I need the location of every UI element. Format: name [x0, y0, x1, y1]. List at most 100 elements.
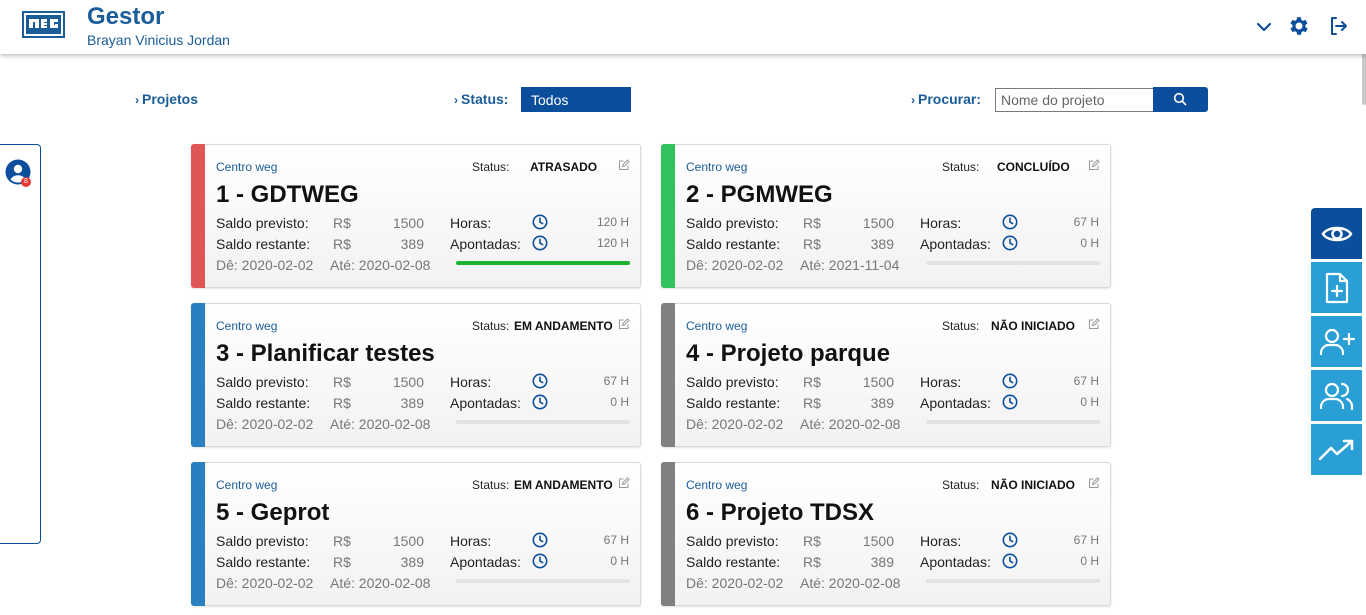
view-button[interactable]	[1311, 208, 1362, 259]
search-filter-label: › Procurar:	[911, 91, 981, 107]
new-project-button[interactable]	[1311, 262, 1362, 313]
project-card[interactable]: Centro weg Status: EM ANDAMENTO 3 - Planifi…	[191, 303, 641, 447]
clock-icon	[532, 532, 548, 548]
horas-label: Horas:	[920, 215, 962, 231]
clock-icon	[1002, 373, 1018, 389]
apontadas-label: Apontadas:	[920, 395, 991, 411]
search-button[interactable]	[1153, 87, 1208, 112]
users-button[interactable]	[1311, 370, 1362, 421]
edit-icon[interactable]	[1088, 477, 1100, 489]
projects-label: Projetos	[142, 91, 199, 107]
currency-label: R$	[803, 215, 821, 231]
project-title[interactable]: 3 - Planificar testes	[216, 340, 435, 368]
hours-progress-bar	[926, 261, 1100, 265]
apontadas-value: 120 H	[596, 236, 629, 250]
side-panel: 8	[0, 144, 41, 544]
status-label: Status:	[942, 160, 980, 174]
clock-icon	[532, 553, 548, 569]
project-title[interactable]: 1 - GDTWEG	[216, 181, 359, 209]
start-date: Dê: 2020-02-02	[216, 416, 314, 432]
status-value: NÃO INICIADO	[991, 478, 1075, 492]
project-title[interactable]: 4 - Projeto parque	[686, 340, 890, 368]
end-date: Até: 2020-02-08	[330, 257, 431, 273]
project-card[interactable]: Centro weg Status: NÃO INICIADO 4 - Projeto…	[661, 303, 1111, 447]
status-stripe	[661, 303, 675, 447]
start-date: Dê: 2020-02-02	[686, 257, 784, 273]
saldo-restante-value: 389	[870, 395, 894, 411]
apontadas-value: 0 H	[610, 395, 629, 409]
currency-label: R$	[803, 374, 821, 390]
currency-label: R$	[803, 236, 821, 252]
currency-label: R$	[333, 374, 351, 390]
edit-icon[interactable]	[618, 159, 630, 171]
edit-icon[interactable]	[618, 477, 630, 489]
search-input[interactable]	[995, 88, 1153, 112]
status-value: CONCLUÍDO	[997, 160, 1070, 174]
horas-value: 67 H	[603, 374, 629, 388]
apontadas-value: 0 H	[610, 554, 629, 568]
project-center: Centro weg	[216, 319, 278, 333]
saldo-previsto-label: Saldo previsto:	[216, 533, 309, 549]
project-center: Centro weg	[686, 160, 748, 174]
end-date: Até: 2021-11-04	[800, 257, 900, 273]
clock-icon	[532, 394, 548, 410]
project-card[interactable]: Centro weg Status: CONCLUÍDO 2 - PGMWEG Sald…	[661, 144, 1111, 288]
logout-icon[interactable]	[1327, 14, 1351, 38]
apontadas-label: Apontadas:	[450, 395, 521, 411]
reports-button[interactable]	[1311, 424, 1362, 475]
status-label: Status:	[942, 319, 980, 333]
add-user-button[interactable]	[1311, 316, 1362, 367]
weg-logo[interactable]	[22, 11, 65, 38]
status-select[interactable]: Todos	[521, 87, 631, 112]
start-date: Dê: 2020-02-02	[686, 575, 784, 591]
project-title[interactable]: 2 - PGMWEG	[686, 181, 833, 209]
chevron-down-icon[interactable]	[1252, 14, 1276, 38]
hours-progress-bar	[456, 261, 630, 265]
status-label: Status:	[942, 478, 980, 492]
apontadas-value: 0 H	[1080, 236, 1099, 250]
saldo-restante-value: 389	[400, 236, 424, 252]
horas-value: 67 H	[1073, 374, 1099, 388]
saldo-restante-label: Saldo restante:	[216, 554, 311, 570]
clock-icon	[532, 373, 548, 389]
status-value: EM ANDAMENTO	[514, 478, 613, 492]
end-date: Até: 2020-02-08	[800, 575, 901, 591]
project-center: Centro weg	[686, 319, 748, 333]
saldo-previsto-value: 1500	[862, 215, 894, 231]
currency-label: R$	[803, 395, 821, 411]
clock-icon	[1002, 532, 1018, 548]
saldo-restante-value: 389	[400, 554, 424, 570]
saldo-restante-label: Saldo restante:	[686, 236, 781, 252]
project-card[interactable]: Centro weg Status: NÃO INICIADO 6 - Projeto…	[661, 462, 1111, 606]
notification-badge: 8	[21, 177, 31, 187]
saldo-restante-label: Saldo restante:	[686, 554, 781, 570]
edit-icon[interactable]	[1088, 159, 1100, 171]
currency-label: R$	[333, 395, 351, 411]
saldo-restante-label: Saldo restante:	[686, 395, 781, 411]
saldo-restante-value: 389	[870, 236, 894, 252]
clock-icon	[1002, 214, 1018, 230]
project-title[interactable]: 5 - Geprot	[216, 499, 329, 527]
eye-icon	[1321, 226, 1352, 241]
edit-icon[interactable]	[1088, 318, 1100, 330]
saldo-restante-label: Saldo restante:	[216, 395, 311, 411]
clock-icon	[1002, 553, 1018, 569]
project-center: Centro weg	[216, 160, 278, 174]
status-stripe	[191, 144, 205, 288]
project-title[interactable]: 6 - Projeto TDSX	[686, 499, 874, 527]
projects-filter[interactable]: › Projetos	[135, 91, 198, 107]
gear-icon[interactable]	[1287, 14, 1311, 38]
project-card[interactable]: Centro weg Status: ATRASADO 1 - GDTWEG Saldo…	[191, 144, 641, 288]
saldo-previsto-label: Saldo previsto:	[686, 533, 779, 549]
chevron-right-icon: ›	[911, 93, 915, 107]
status-label: Status:	[472, 160, 510, 174]
project-card[interactable]: Centro weg Status: EM ANDAMENTO 5 - Geprot S…	[191, 462, 641, 606]
file-plus-icon	[1325, 272, 1348, 303]
horas-label: Horas:	[450, 533, 492, 549]
trending-up-icon	[1318, 439, 1353, 460]
end-date: Até: 2020-02-08	[330, 575, 431, 591]
edit-icon[interactable]	[618, 318, 630, 330]
clock-icon	[1002, 235, 1018, 251]
currency-label: R$	[333, 215, 351, 231]
saldo-previsto-value: 1500	[392, 374, 424, 390]
